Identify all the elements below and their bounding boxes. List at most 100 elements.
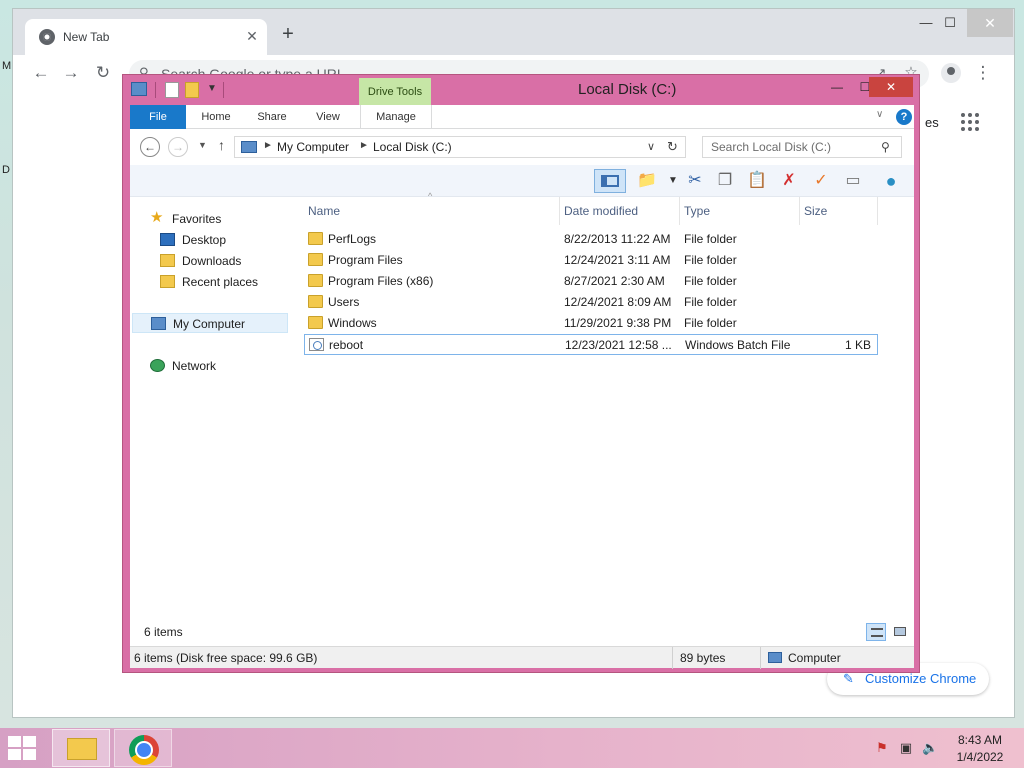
chrome-favicon-icon [39,29,55,45]
search-icon[interactable]: ⚲ [881,140,890,154]
network-tray-icon[interactable]: ▣ [898,740,914,756]
file-date: 12/23/2021 12:58 ... [565,338,672,352]
nav-item-network[interactable]: Network [150,356,280,376]
explorer-content: ★ Favorites Desktop Downloads Recent pla… [130,191,914,647]
paste-icon[interactable]: 📋 [744,169,770,193]
refresh-icon[interactable]: ↻ [667,139,678,155]
close-tab-icon[interactable]: ✕ [243,27,261,45]
ribbon-tab-manage[interactable]: Manage [360,105,432,129]
chrome-maximize-button[interactable]: ☐ [933,9,967,37]
help-icon[interactable]: ? [896,109,912,125]
address-dropdown-chevron-icon[interactable]: ∨ [647,140,655,153]
taskbar: ⚑ ▣ 🔈 8:43 AM 1/4/2022 [0,728,1024,768]
location-zone-text: Computer [788,651,841,665]
column-header-name[interactable]: Name [304,197,560,225]
forward-arrow-icon[interactable]: → [59,61,83,85]
action-center-flag-icon[interactable]: ⚑ [874,740,890,756]
copy-icon[interactable]: ❐ [712,169,738,193]
windows-start-icon[interactable] [8,736,38,762]
drive-tools-context-label: Drive Tools [359,78,431,106]
expand-ribbon-chevron-icon[interactable]: ∨ [876,109,883,120]
file-explorer-window: ▼ Drive Tools Local Disk (C:) — ☐ ✕ File… [122,74,920,673]
file-row-program-files[interactable]: Program Files 12/24/2021 3:11 AM File fo… [304,250,878,271]
downloads-folder-icon [160,254,175,267]
taskbar-file-explorer[interactable] [52,729,110,767]
forward-button[interactable]: → [168,137,188,157]
file-type: File folder [684,316,737,330]
address-bar[interactable]: ► My Computer ► Local Disk (C:) ∨ ↻ [234,136,686,158]
nav-item-favorites[interactable]: ★ Favorites [150,209,280,229]
chrome-menu-icon[interactable]: ⋮ [971,61,995,85]
google-apps-icon[interactable] [961,113,981,133]
folder-icon [308,316,323,329]
network-icon [150,359,165,372]
clock-date[interactable]: 1/4/2022 [950,750,1010,764]
file-row-perflogs[interactable]: PerfLogs 8/22/2013 11:22 AM File folder [304,229,878,250]
images-link[interactable]: es [925,115,939,130]
folder-icon [308,253,323,266]
computer-icon [151,317,166,330]
nav-item-desktop[interactable]: Desktop [160,230,280,250]
search-box[interactable]: ⚲ [702,136,902,158]
chrome-icon [129,735,159,765]
ribbon-tab-home[interactable]: Home [194,105,238,129]
chrome-close-button[interactable]: ✕ [967,9,1013,37]
file-row-windows[interactable]: Windows 11/29/2021 9:38 PM File folder [304,313,878,334]
large-icons-view-icon[interactable] [890,623,910,641]
desktop-icon-label-fragment: M [2,60,12,72]
file-row-reboot[interactable]: reboot 12/23/2021 12:58 ... Windows Batc… [304,334,878,355]
explorer-minimize-button[interactable]: — [823,77,851,97]
breadcrumb-separator-icon[interactable]: ► [359,140,369,151]
ribbon-tabs: File Home Share View Manage ∨ ? [130,105,914,129]
reload-icon[interactable]: ↻ [91,61,115,85]
rename-check-icon[interactable]: ✓ [808,169,834,193]
clock-time[interactable]: 8:43 AM [950,733,1010,747]
new-folder-icon[interactable] [185,82,199,98]
volume-muted-icon[interactable]: 🔈 [922,740,938,756]
folder-options-icon[interactable]: 📁 [634,169,660,193]
explorer-status-bar: 6 items [130,618,914,646]
file-row-users[interactable]: Users 12/24/2021 8:09 AM File folder [304,292,878,313]
new-tab-button[interactable]: + [277,24,299,46]
column-header-date-modified[interactable]: Date modified [560,197,680,225]
customize-quick-access-icon[interactable]: ▼ [207,83,217,94]
file-name: Program Files [328,253,403,267]
ribbon-tab-file[interactable]: File [130,105,186,129]
column-header-type[interactable]: Type [680,197,800,225]
file-name: Program Files (x86) [328,274,434,288]
explorer-title-bar[interactable]: ▼ Drive Tools Local Disk (C:) — ☐ ✕ [123,75,919,106]
delete-icon[interactable]: ✗ [776,169,802,193]
folder-icon [308,232,323,245]
chrome-tab-new-tab[interactable]: New Tab ✕ [25,19,267,55]
nav-item-downloads[interactable]: Downloads [160,251,280,271]
file-date: 11/29/2021 9:38 PM [564,316,672,330]
file-row-program-files-x86[interactable]: Program Files (x86) 8/27/2021 2:30 AM Fi… [304,271,878,292]
globe-icon[interactable]: ● [878,169,904,193]
chrome-tab-strip: New Tab ✕ + — ☐ ✕ [13,9,1014,55]
back-arrow-icon[interactable]: ← [29,61,53,85]
file-type: File folder [684,295,737,309]
profile-avatar-icon[interactable] [939,61,963,85]
nav-item-my-computer[interactable]: My Computer [132,313,288,333]
recent-locations-chevron-icon[interactable]: ▼ [198,140,207,150]
column-header-size[interactable]: Size [800,197,878,225]
cut-icon[interactable]: ✂ [682,169,708,193]
search-input[interactable] [709,139,875,155]
taskbar-chrome[interactable] [114,729,172,767]
explorer-close-button[interactable]: ✕ [869,77,913,97]
up-arrow-icon[interactable]: ↑ [218,137,225,153]
breadcrumb-local-disk[interactable]: Local Disk (C:) [373,140,452,154]
preview-pane-icon[interactable] [594,169,626,193]
file-date: 8/27/2021 2:30 AM [564,274,665,288]
back-button[interactable]: ← [140,137,160,157]
breadcrumb-separator-icon[interactable]: ► [263,140,273,151]
drive-app-icon[interactable] [131,82,147,96]
breadcrumb-my-computer[interactable]: My Computer [277,140,349,154]
properties-window-icon[interactable]: ▭ [840,169,866,193]
nav-item-recent-places[interactable]: Recent places [160,272,280,292]
ribbon-tab-view[interactable]: View [306,105,350,129]
file-size: 1 KB [844,338,871,352]
details-view-icon[interactable] [866,623,886,641]
properties-icon[interactable] [165,82,179,98]
ribbon-tab-share[interactable]: Share [250,105,294,129]
